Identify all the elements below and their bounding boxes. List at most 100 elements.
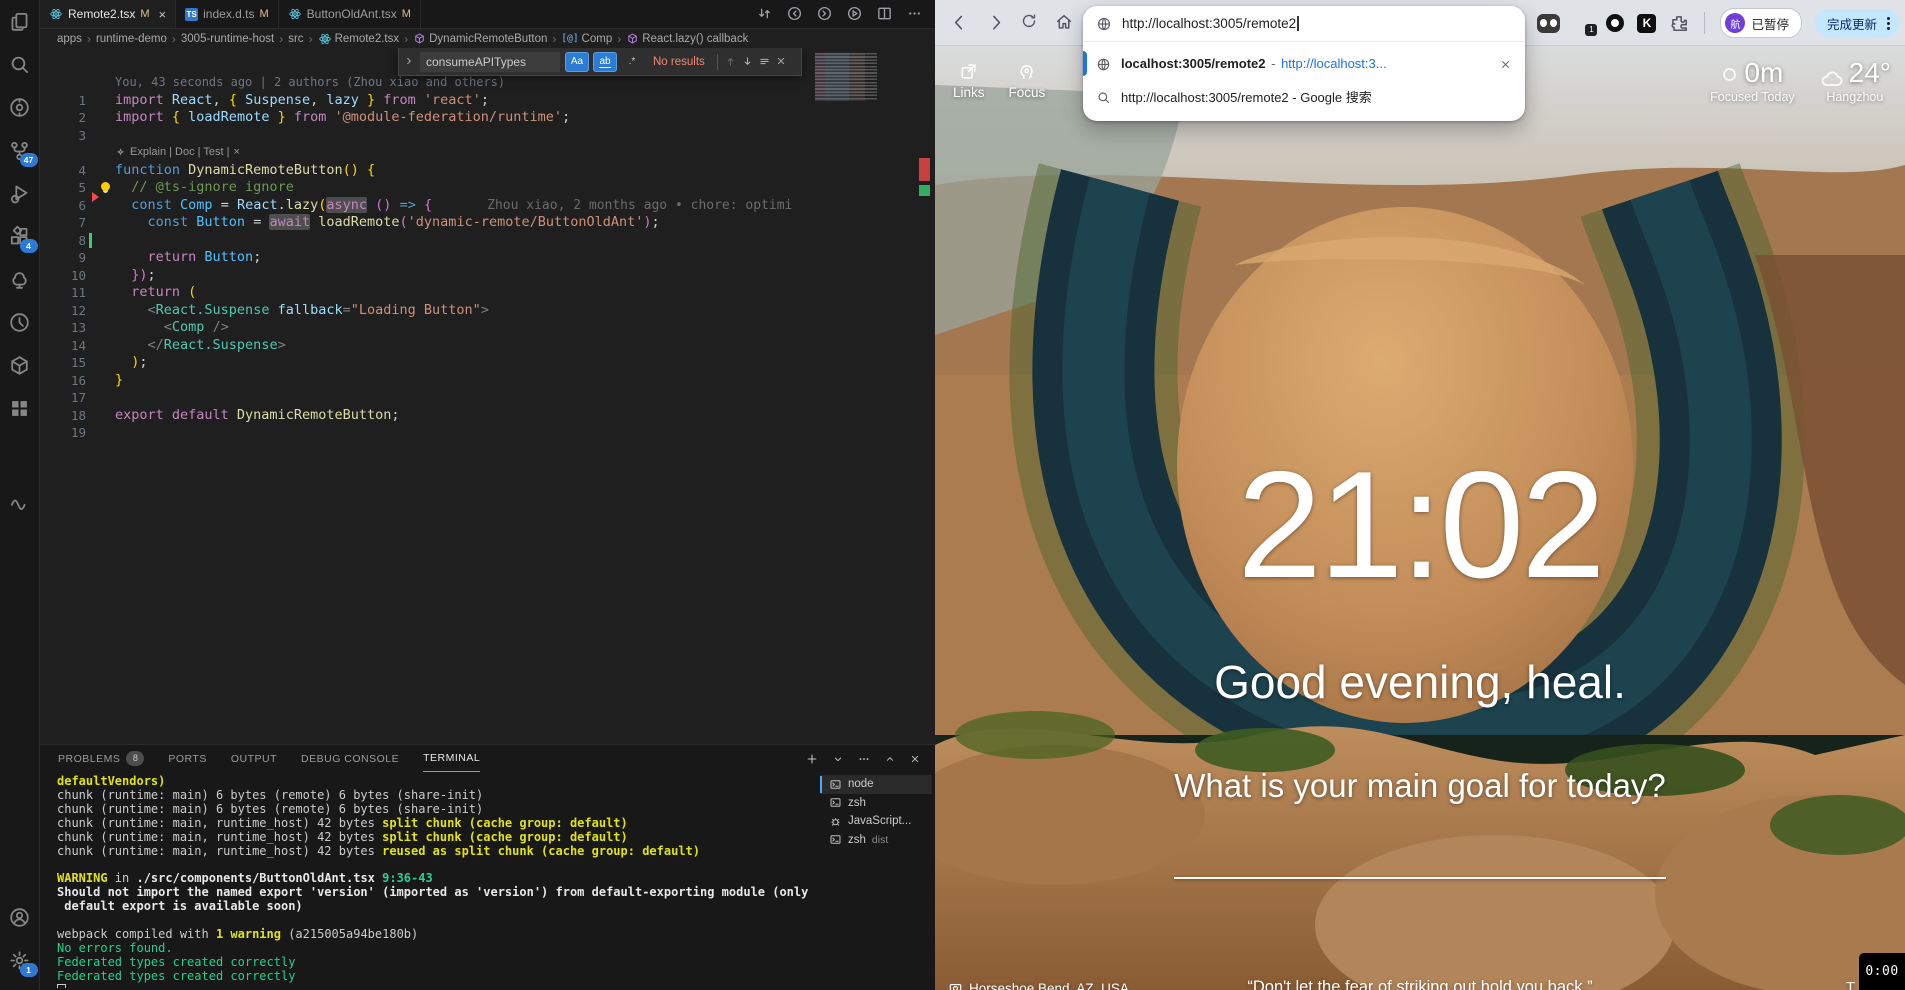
- forward-icon[interactable]: [985, 12, 1005, 32]
- focus-widget[interactable]: Focus: [1009, 62, 1046, 100]
- lightbulb-icon: [101, 182, 110, 191]
- breadcrumb-item[interactable]: 3005-runtime-host: [181, 33, 274, 45]
- suggestion-row[interactable]: localhost:3005/remote2 - http://localhos…: [1083, 47, 1525, 80]
- git-deleted-gutter-mark: [92, 192, 99, 202]
- breadcrumb-item[interactable]: src: [288, 33, 303, 45]
- weather-widget[interactable]: 24° Hangzhou: [1819, 57, 1891, 104]
- run-file-icon[interactable]: [846, 5, 863, 23]
- more-actions-icon[interactable]: [906, 5, 923, 23]
- git-added-gutter-mark: [89, 233, 92, 249]
- testing-activity-icon[interactable]: [7, 266, 33, 292]
- breadcrumb-separator: ›: [87, 32, 91, 46]
- toolbar-separator: [1704, 12, 1705, 34]
- search-activity-icon[interactable]: [7, 51, 33, 77]
- update-pill-button[interactable]: 完成更新: [1815, 9, 1899, 37]
- breadcrumb[interactable]: apps›runtime-demo›3005-runtime-host›src›…: [40, 29, 935, 48]
- remote-activity-icon[interactable]: [7, 94, 33, 120]
- goal-input-underline[interactable]: [1174, 877, 1666, 879]
- k-extension-icon[interactable]: K: [1637, 14, 1656, 33]
- browser-window: 1 K 航 已暂停 完成更新 http://localhost:3005/rem…: [935, 0, 1905, 990]
- find-prev-icon[interactable]: [724, 53, 737, 71]
- scm-activity-icon[interactable]: 47: [7, 137, 33, 163]
- translate-extension-icon[interactable]: 1: [1573, 13, 1593, 33]
- timeline-activity-icon[interactable]: [7, 309, 33, 335]
- find-toggle-chevron-icon[interactable]: [403, 53, 415, 71]
- panel-tab-debug-console[interactable]: DEBUG CONSOLE: [301, 745, 399, 772]
- find-in-selection-icon[interactable]: [758, 53, 771, 71]
- omnibox[interactable]: http://localhost:3005/remote2: [1083, 6, 1525, 41]
- code-row: 9 return Button;: [40, 249, 935, 267]
- nav-forward-circle-icon[interactable]: [816, 5, 833, 23]
- editor-tab[interactable]: TSindex.d.tsM: [176, 0, 279, 28]
- breadcrumb-item[interactable]: [@]Comp: [561, 33, 612, 45]
- glasses-extension-icon[interactable]: [1537, 14, 1560, 33]
- breadcrumb-item[interactable]: Remote2.tsx: [318, 32, 400, 46]
- code-editor[interactable]: You, 43 seconds ago | 2 authors (Zhou xi…: [40, 48, 935, 745]
- kebab-menu-icon[interactable]: [1881, 14, 1895, 32]
- match-case-button[interactable]: Aa: [565, 52, 589, 72]
- panel-tab-output[interactable]: OUTPUT: [231, 745, 277, 772]
- terminal-dropdown-icon[interactable]: [832, 752, 844, 764]
- terminal-session[interactable]: zshdist: [820, 831, 932, 850]
- terminal-line: chunk (runtime: main, runtime_host) 42 b…: [57, 845, 815, 859]
- files-activity-icon[interactable]: [7, 8, 33, 34]
- split-editor-icon[interactable]: [876, 5, 893, 23]
- whole-word-button[interactable]: ab: [593, 52, 617, 72]
- focus-time-widget[interactable]: 0m Focused Today: [1710, 57, 1795, 104]
- panel-tab-terminal[interactable]: TERMINAL: [423, 745, 480, 772]
- paused-pill-button[interactable]: 航 已暂停: [1720, 8, 1802, 38]
- home-icon[interactable]: [1054, 12, 1074, 32]
- problems-badge: 8: [126, 751, 144, 766]
- maximize-panel-icon[interactable]: [884, 752, 896, 764]
- code-row: 7 const Button = await loadRemote('dynam…: [40, 214, 935, 232]
- nav-back-circle-icon[interactable]: [786, 5, 803, 23]
- terminal-session[interactable]: zsh: [820, 794, 932, 813]
- paused-pill-label: 已暂停: [1751, 14, 1789, 33]
- find-next-icon[interactable]: [741, 53, 754, 71]
- compare-changes-icon[interactable]: [756, 5, 773, 23]
- tab-close-icon[interactable]: ×: [159, 7, 167, 22]
- debug-activity-icon[interactable]: [7, 180, 33, 206]
- breadcrumb-item[interactable]: DynamicRemoteButton: [413, 32, 547, 45]
- remove-suggestion-icon[interactable]: [1499, 56, 1512, 71]
- panel-tab-problems[interactable]: PROBLEMS8: [58, 745, 144, 772]
- panel-more-icon[interactable]: [857, 752, 871, 766]
- account-activity-icon[interactable]: [7, 904, 33, 930]
- box-activity-icon[interactable]: [7, 352, 33, 378]
- bottom-panel: PROBLEMS8 PORTS OUTPUT DEBUG CONSOLE TERMINA…: [40, 744, 935, 990]
- find-input[interactable]: consumeAPITypes: [419, 51, 561, 73]
- editor-tab[interactable]: ButtonOldAnt.tsxM: [279, 0, 421, 28]
- suggestion-row[interactable]: http://localhost:3005/remote2 - Google 搜…: [1083, 80, 1525, 113]
- breadcrumb-item[interactable]: apps: [57, 33, 82, 45]
- terminal-line: Federated types created correctly: [57, 956, 815, 970]
- breadcrumb-item[interactable]: React.lazy() callback: [626, 32, 748, 45]
- todo-link[interactable]: T: [1846, 979, 1855, 990]
- text-caret: [1297, 16, 1299, 31]
- panel-tab-ports[interactable]: PORTS: [168, 745, 206, 772]
- editor-tab[interactable]: Remote2.tsxM×: [40, 0, 176, 28]
- gear-activity-icon[interactable]: 1: [7, 947, 33, 973]
- regex-button[interactable]: .*: [621, 53, 643, 71]
- reload-icon[interactable]: [1020, 12, 1040, 32]
- extensions-puzzle-icon[interactable]: [1669, 13, 1689, 33]
- grid-activity-icon[interactable]: [7, 395, 33, 421]
- url-input[interactable]: http://localhost:3005/remote2: [1122, 16, 1299, 31]
- wave-activity-icon[interactable]: [7, 490, 33, 516]
- terminal-output[interactable]: defaultVendors)chunk (runtime: main) 6 b…: [57, 775, 815, 988]
- globe-icon: [1096, 55, 1111, 71]
- terminal-session[interactable]: JavaScript...: [820, 812, 932, 831]
- greeting: Good evening, heal.: [935, 655, 1905, 709]
- terminal-line: WARNING in ./src/components/ButtonOldAnt…: [57, 872, 815, 886]
- breadcrumb-item[interactable]: runtime-demo: [96, 33, 167, 45]
- close-panel-icon[interactable]: [909, 752, 921, 764]
- new-terminal-icon[interactable]: [805, 752, 819, 766]
- timer-ring-icon: [1721, 57, 1738, 89]
- back-icon[interactable]: [948, 12, 968, 32]
- find-close-icon[interactable]: [775, 53, 787, 71]
- extensions-activity-icon[interactable]: 4: [7, 223, 33, 249]
- terminal-session[interactable]: node: [820, 775, 932, 794]
- ring-extension-icon[interactable]: [1606, 14, 1624, 32]
- minimap[interactable]: [815, 53, 877, 101]
- tab-label: index.d.ts: [203, 7, 254, 21]
- links-widget[interactable]: Links: [953, 62, 985, 100]
